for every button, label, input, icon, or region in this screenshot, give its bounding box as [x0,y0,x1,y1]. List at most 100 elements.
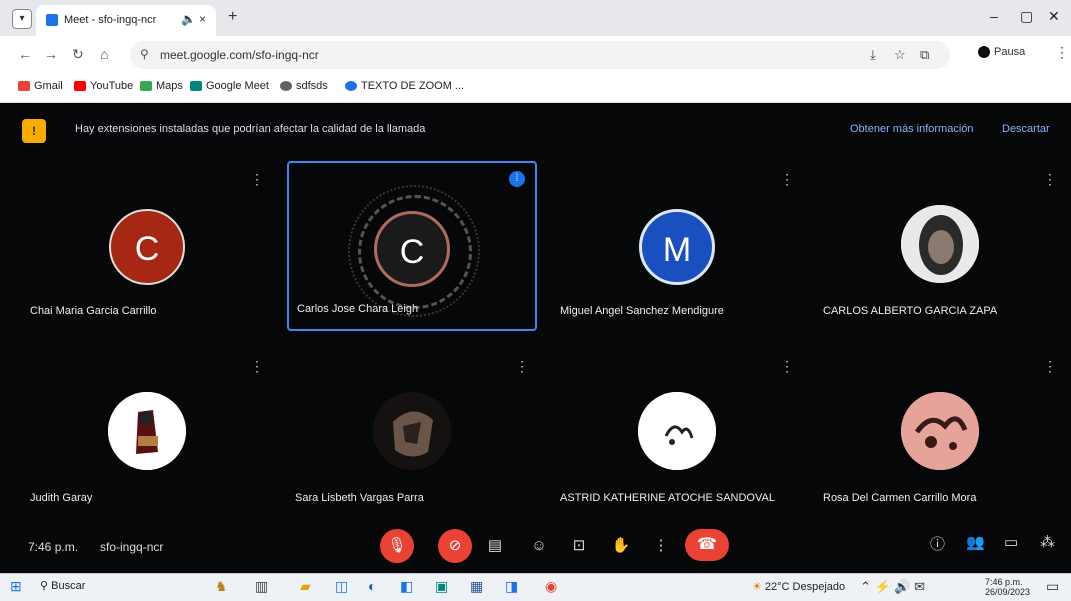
bookmark-maps[interactable]: Maps [140,80,183,92]
close-window-button[interactable]: ✕ [1048,8,1060,25]
browser-toolbar: ← → ↻ ⌂ ⚲ meet.google.com/sfo-ingq-ncr ⤓… [0,36,1071,74]
captions-button[interactable]: ▤ [484,529,506,563]
participant-tile[interactable]: ⋮ Judith Garay [22,348,272,518]
meeting-code: sfo-ingq-ncr [100,540,164,554]
globe-icon [280,81,292,92]
browser-tab[interactable]: Meet - sfo-ingq-ncr 🔈 × [36,5,216,36]
url-text[interactable]: meet.google.com/sfo-ingq-ncr [160,48,319,62]
emoji-button[interactable]: ☺ [528,529,550,563]
chat-icon[interactable]: ▭ [1004,533,1018,551]
meet-favicon-icon [46,14,58,26]
participant-tile[interactable]: ⋮ M Miguel Angel Sanchez Mendigure [552,161,802,331]
taskbar-clock[interactable]: 7:46 p.m. 26/09/2023 [985,577,1030,597]
avatar [901,205,979,283]
file-explorer-icon[interactable]: ▰ [300,578,311,595]
tab-title: Meet - sfo-ingq-ncr [64,14,157,26]
store-icon[interactable]: ◫ [335,578,348,595]
more-options-icon[interactable]: ⋮ [250,358,264,375]
present-button[interactable]: ⊡ [568,529,590,563]
bookmark-zoom[interactable]: TEXTO DE ZOOM ... [345,80,464,92]
participant-tile[interactable]: ⋮ Rosa Del Carmen Carrillo Mora [815,348,1065,518]
notification-icon[interactable]: ▭ [1046,578,1059,595]
tab-audio-icon[interactable]: 🔈 [181,12,196,26]
avatar [978,46,990,59]
more-options-icon[interactable]: ⋮ [780,171,794,188]
extension-warning-icon: ! [22,119,46,143]
character-app-icon[interactable]: ♞ [215,578,228,595]
meeting-time: 7:46 p.m. [28,540,79,554]
participant-tile[interactable]: ⋮ ASTRID KATHERINE ATOCHE SANDOVAL [552,348,802,518]
bookmark-star-icon[interactable]: ☆ [894,47,906,63]
banner-dismiss-button[interactable]: Descartar [1002,123,1050,135]
tab-close-icon[interactable]: × [199,12,206,26]
app-icon[interactable]: ▣ [435,578,448,595]
banner-text: Hay extensiones instaladas que podrían a… [75,123,426,135]
meet-call-area: ! Hay extensiones instaladas que podrían… [0,103,1071,573]
teams-icon[interactable]: ◧ [400,578,413,595]
word-icon[interactable]: ▦ [470,578,483,595]
chrome-icon[interactable]: ◉ [545,578,557,595]
avatar: C [374,211,450,287]
browser-tab-bar: ▾ Meet - sfo-ingq-ncr 🔈 × + – ▢ ✕ [0,0,1071,36]
bookmark-sdfsds[interactable]: sdfsds [280,80,328,92]
bookmark-youtube[interactable]: YouTube [74,80,133,92]
participant-tile[interactable]: ⋮ C Chai Maria Garcia Carrillo [22,161,272,331]
back-icon[interactable]: ← [18,46,32,62]
more-options-icon[interactable]: ⋮ [1043,171,1057,188]
start-icon[interactable]: ⊞ [10,578,22,595]
zoom-icon[interactable]: ◨ [505,578,518,595]
address-bar[interactable]: ⚲ meet.google.com/sfo-ingq-ncr ⤓ ☆ ⧉ [130,41,950,69]
speaking-indicator-icon: ⁞ [509,171,525,187]
participant-name: Chai Maria Garcia Carrillo [30,305,157,317]
system-tray[interactable]: ⌃ ⚡ 🔊 ✉ [860,579,925,595]
home-icon[interactable]: ⌂ [100,46,108,62]
reload-icon[interactable]: ↻ [72,46,84,63]
avatar [638,392,716,470]
bookmark-gmail[interactable]: Gmail [18,80,63,92]
activities-icon[interactable]: ⁂ [1040,533,1055,551]
more-options-icon[interactable]: ⋮ [780,358,794,375]
tab-search-button[interactable]: ▾ [12,9,32,29]
youtube-icon [74,81,86,92]
raise-hand-button[interactable]: ✋ [610,529,632,563]
taskbar-search[interactable]: ⚲ Buscar [40,579,85,592]
more-options-icon[interactable]: ⋮ [1043,358,1057,375]
more-options-button[interactable]: ⋮ [650,529,672,563]
participant-tile-speaking[interactable]: ⁞ C Carlos Jose Chara Leigh [287,161,537,331]
os-taskbar: ⊞ ⚲ Buscar ♞ ▥ ▰ ◫ ◐ ◧ ▣ ▦ ◨ ◉ ☀ 22°C De… [0,573,1071,601]
weather-widget[interactable]: ☀ 22°C Despejado [752,580,845,593]
banner-more-info-link[interactable]: Obtener más información [850,123,974,135]
profile-label: Pausa [994,46,1026,58]
avatar [373,392,451,470]
download-icon[interactable]: ⤓ [870,47,876,63]
participant-name: Miguel Angel Sanchez Mendigure [560,305,724,317]
participant-tile[interactable]: ⋮ Sara Lisbeth Vargas Parra [287,348,537,518]
avatar: C [109,209,185,285]
browser-menu-icon[interactable]: ⋮ [1055,44,1069,61]
participant-tile[interactable]: ⋮ CARLOS ALBERTO GARCIA ZAPA [815,161,1065,331]
edge-icon[interactable]: ◐ [368,578,376,594]
participant-name: Judith Garay [30,492,93,504]
globe-icon [345,81,357,92]
leave-call-button[interactable]: ☎ [685,529,729,561]
maximize-button[interactable]: ▢ [1020,8,1033,25]
forward-icon[interactable]: → [44,46,58,62]
participant-name: ASTRID KATHERINE ATOCHE SANDOVAL [560,492,775,504]
avatar [108,392,186,470]
participant-name: Carlos Jose Chara Leigh [297,303,419,315]
minimize-button[interactable]: – [990,8,998,24]
bookmark-meet[interactable]: Google Meet [190,80,269,92]
task-view-icon[interactable]: ▥ [255,578,268,595]
mic-off-button[interactable]: 🎙 [380,529,414,563]
meeting-info-icon[interactable]: ⓘ [930,533,945,554]
camera-off-button[interactable]: ⊘ [438,529,472,563]
participant-name: CARLOS ALBERTO GARCIA ZAPA [823,305,998,317]
new-tab-button[interactable]: + [228,8,237,26]
extensions-icon[interactable]: ⧉ [920,47,929,63]
more-options-icon[interactable]: ⋮ [250,171,264,188]
more-options-icon[interactable]: ⋮ [515,358,529,375]
people-icon[interactable]: 👥 [966,533,985,551]
site-info-icon[interactable]: ⚲ [140,47,149,61]
weather-icon: ☀ [752,581,765,593]
profile-chip[interactable]: Pausa [978,46,1026,59]
